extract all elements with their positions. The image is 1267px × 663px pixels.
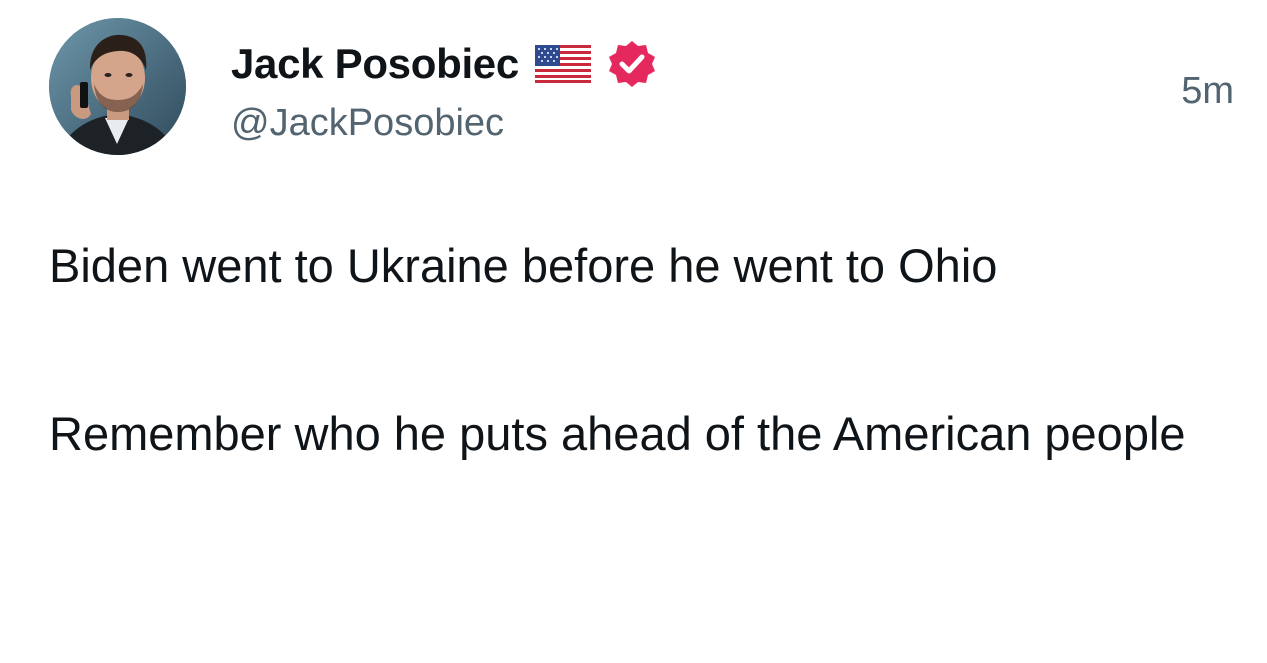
name-row: Jack Posobiec <box>231 36 657 92</box>
post-paragraph: Biden went to Ukraine before he went to … <box>49 239 998 292</box>
post-body: Biden went to Ukraine before he went to … <box>49 224 1239 476</box>
us-flag-icon <box>534 45 591 83</box>
verified-icon <box>607 39 657 89</box>
author-block: Jack Posobiec @JackPosobiec <box>231 36 657 145</box>
author-handle[interactable]: @JackPosobiec <box>231 102 657 145</box>
avatar[interactable] <box>49 18 186 155</box>
post-timestamp[interactable]: 5m <box>1181 70 1234 113</box>
avatar-photo-icon <box>49 18 186 155</box>
post-paragraph: Remember who he puts ahead of the Americ… <box>49 407 1186 460</box>
post-card: Jack Posobiec @JackPosobiec 5m Biden wen… <box>0 0 1267 663</box>
display-name[interactable]: Jack Posobiec <box>231 40 519 88</box>
